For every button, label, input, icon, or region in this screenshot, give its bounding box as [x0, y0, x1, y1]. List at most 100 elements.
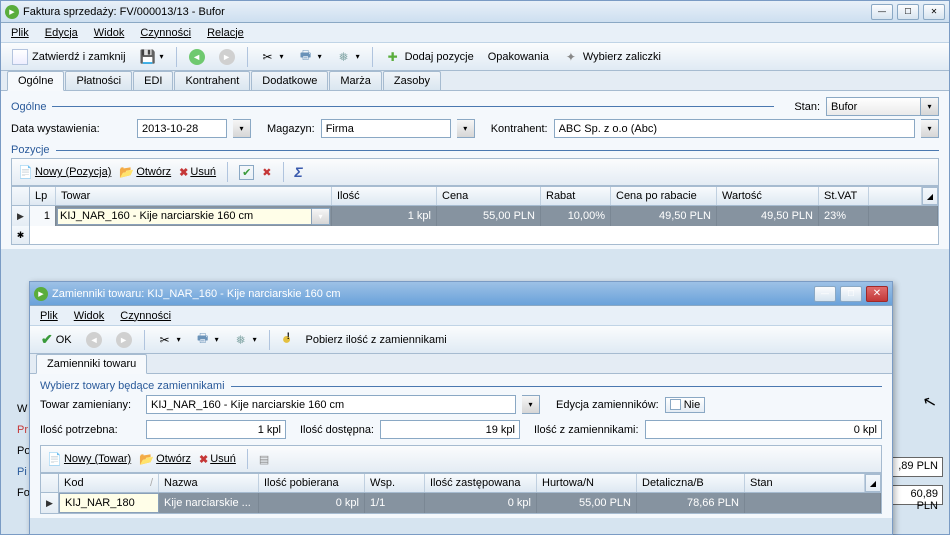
towar-input[interactable]: KIJ_NAR_160 - Kije narciarskie 160 cm: [57, 208, 312, 225]
icol-wsp[interactable]: Wsp.: [365, 474, 425, 492]
icol-kod[interactable]: Kod /: [59, 474, 159, 492]
print-icon: [195, 332, 211, 348]
menu-czynnosci[interactable]: Czynności: [140, 27, 191, 39]
forward-button[interactable]: [214, 46, 240, 68]
date-field[interactable]: [137, 119, 227, 138]
packaging-button[interactable]: Opakowania: [483, 48, 554, 66]
inner-back-button[interactable]: [81, 329, 107, 351]
check-button[interactable]: ✔: [239, 165, 254, 180]
icol-iloscpob[interactable]: Ilość pobierana: [259, 474, 365, 492]
col-towar[interactable]: Towar: [56, 187, 332, 205]
inner-tabstrip: Zamienniki towaru: [30, 354, 892, 374]
stan-dropdown-icon[interactable]: ▾: [921, 97, 939, 116]
icol-detal[interactable]: Detaliczna/B: [637, 474, 745, 492]
contractor-field[interactable]: [554, 119, 915, 138]
warehouse-field[interactable]: [321, 119, 451, 138]
icol-ilosczast[interactable]: Ilość zastępowana: [425, 474, 537, 492]
ilosc-dost-field[interactable]: [380, 420, 520, 439]
tools-button[interactable]: ▾: [255, 46, 289, 68]
inner-open-button[interactable]: Otwórz: [139, 452, 191, 466]
tab-platnosci[interactable]: Płatności: [65, 71, 132, 90]
select-advances-button[interactable]: Wybierz zaliczki: [558, 46, 666, 68]
sigma-icon: [295, 164, 303, 180]
nie-button[interactable]: Nie: [665, 397, 706, 413]
inner-menu-czynnosci[interactable]: Czynności: [120, 310, 171, 322]
new-position-button[interactable]: Nowy (Pozycja): [18, 165, 111, 179]
icell-wsp: 1/1: [365, 493, 425, 513]
ok-button[interactable]: OK: [36, 328, 77, 351]
icol-stan[interactable]: Stan: [745, 474, 865, 492]
delete-position-button[interactable]: ✖ Usuń: [179, 166, 216, 179]
inner-tools-button[interactable]: ▾: [152, 329, 186, 351]
stan-field[interactable]: [826, 97, 921, 116]
icell-kod[interactable]: KIJ_NAR_180: [59, 493, 159, 513]
tab-kontrahent[interactable]: Kontrahent: [174, 71, 250, 90]
back-button[interactable]: [184, 46, 210, 68]
inner-column-picker[interactable]: ◢: [865, 474, 881, 492]
menu-edycja[interactable]: Edycja: [45, 27, 78, 39]
col-wartosc[interactable]: Wartość: [717, 187, 819, 205]
inner-new-button[interactable]: Nowy (Towar): [47, 452, 131, 466]
tab-marza[interactable]: Marża: [329, 71, 382, 90]
x-button[interactable]: ✖: [262, 166, 271, 179]
inner-table-row[interactable]: KIJ_NAR_180 Kije narciarskie ... 0 kpl 1…: [41, 493, 881, 513]
open-position-button[interactable]: Otwórz: [119, 165, 171, 179]
app-icon: [5, 5, 19, 19]
inner-maximize-button[interactable]: ☐: [840, 286, 862, 302]
inner-settings-button[interactable]: ▾: [228, 329, 262, 351]
save-button[interactable]: ▾: [135, 46, 169, 68]
menu-widok[interactable]: Widok: [94, 27, 125, 39]
warehouse-dropdown-icon[interactable]: ▾: [457, 119, 475, 138]
open-icon: [139, 452, 154, 466]
inner-close-button[interactable]: ✕: [866, 286, 888, 302]
minimize-button[interactable]: —: [871, 4, 893, 20]
maximize-button[interactable]: ☐: [897, 4, 919, 20]
col-stvat[interactable]: St.VAT: [819, 187, 869, 205]
inner-forward-button[interactable]: [111, 329, 137, 351]
tab-zamienniki[interactable]: Zamienniki towaru: [36, 354, 147, 374]
icol-nazwa[interactable]: Nazwa: [159, 474, 259, 492]
inner-menubar: Plik Widok Czynności: [30, 306, 892, 326]
tab-ogolne[interactable]: Ogólne: [7, 71, 64, 91]
col-cena-po-rabacie[interactable]: Cena po rabacie: [611, 187, 717, 205]
inner-menu-widok[interactable]: Widok: [74, 310, 105, 322]
new-row[interactable]: ✱: [12, 226, 938, 244]
print-button[interactable]: ▾: [293, 46, 327, 68]
inner-menu-plik[interactable]: Plik: [40, 310, 58, 322]
col-lp[interactable]: Lp: [30, 187, 56, 205]
column-picker[interactable]: ◢: [922, 187, 938, 205]
inner-delete-button[interactable]: ✖ Usuń: [199, 453, 236, 466]
close-button[interactable]: ✕: [923, 4, 945, 20]
ilosc-zam-field[interactable]: [645, 420, 882, 439]
date-dropdown-icon[interactable]: ▾: [233, 119, 251, 138]
inner-minimize-button[interactable]: —: [814, 286, 836, 302]
ilosc-pot-field[interactable]: [146, 420, 286, 439]
wand-icon: [563, 49, 579, 65]
menu-plik[interactable]: Plik: [11, 27, 29, 39]
col-rabat[interactable]: Rabat: [541, 187, 611, 205]
contractor-dropdown-icon[interactable]: ▾: [921, 119, 939, 138]
tab-zasoby[interactable]: Zasoby: [383, 71, 441, 90]
towar-dropdown-icon[interactable]: ▾: [312, 208, 330, 225]
settings-button[interactable]: ▾: [331, 46, 365, 68]
col-cena[interactable]: Cena: [437, 187, 541, 205]
forward-icon: [116, 332, 132, 348]
table-row[interactable]: 1 KIJ_NAR_160 - Kije narciarskie 160 cm …: [12, 206, 938, 226]
inner-print-button[interactable]: ▾: [190, 329, 224, 351]
approve-close-button[interactable]: Zatwierdź i zamknij: [7, 46, 131, 68]
sigma-button[interactable]: [295, 164, 303, 180]
icol-hurtowa[interactable]: Hurtowa/N: [537, 474, 637, 492]
col-ilosc[interactable]: Ilość: [332, 187, 437, 205]
tab-edi[interactable]: EDI: [133, 71, 173, 90]
delete-icon: ✖: [199, 453, 208, 466]
pobierz-button[interactable]: Pobierz ilość z zamiennikami: [277, 328, 452, 352]
towar-zam-field[interactable]: [146, 395, 516, 414]
tab-dodatkowe[interactable]: Dodatkowe: [251, 71, 328, 90]
add-position-button[interactable]: Dodaj pozycje: [380, 46, 479, 68]
towar-zam-dropdown-icon[interactable]: ▾: [522, 395, 540, 414]
inner-grid: Kod / Nazwa Ilość pobierana Wsp. Ilość z…: [40, 473, 882, 514]
menu-relacje[interactable]: Relacje: [207, 27, 244, 39]
save-icon: [140, 49, 156, 65]
inner-toolbar: OK ▾ ▾ ▾ Pobierz ilość z zamiennikami: [30, 326, 892, 354]
inner-extra-button[interactable]: ▤: [259, 453, 269, 466]
